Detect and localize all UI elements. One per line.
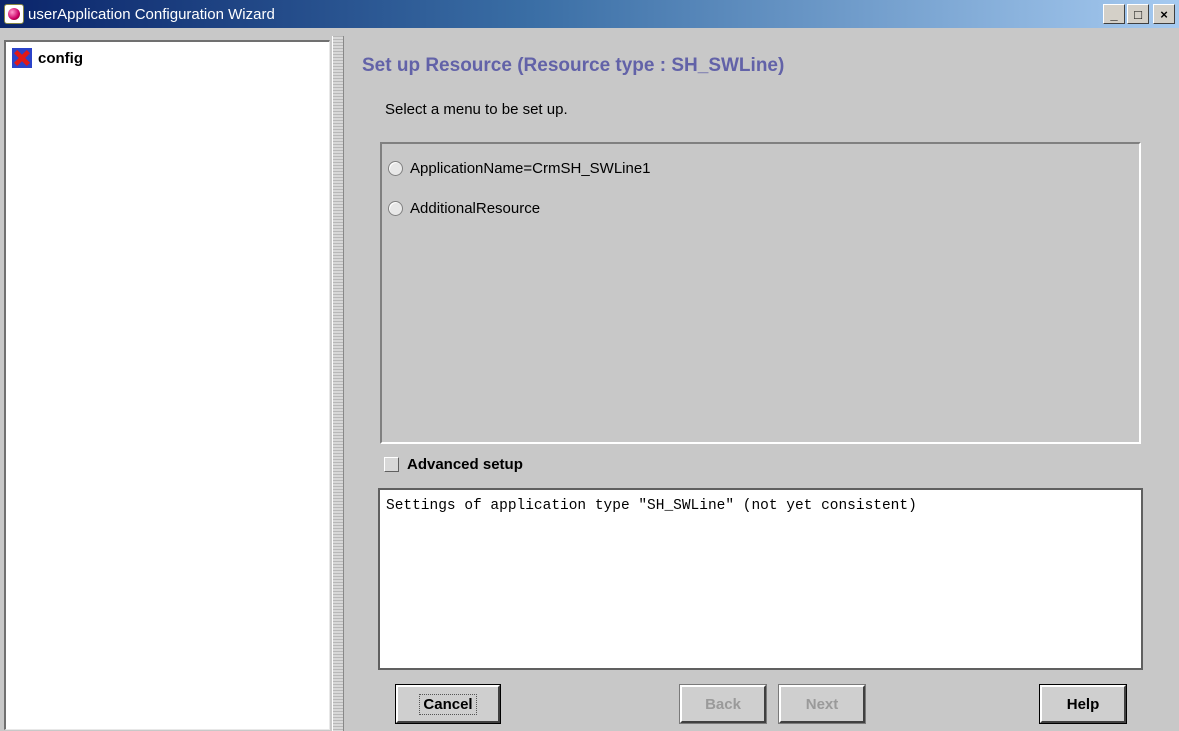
window-controls: _ □ ×	[1103, 4, 1175, 24]
tree-item-label: config	[38, 49, 83, 67]
close-button[interactable]: ×	[1153, 4, 1175, 24]
radio-button[interactable]	[388, 161, 403, 176]
instruction-text: Select a menu to be set up.	[385, 101, 568, 118]
window-title: userApplication Configuration Wizard	[28, 5, 275, 23]
menu-item-application-name[interactable]: ApplicationName=CrmSH_SWLine1	[388, 160, 651, 177]
tree-item-config[interactable]: config	[12, 48, 83, 68]
radio-button[interactable]	[388, 201, 403, 216]
window-title-bar[interactable]: userApplication Configuration Wizard _ □…	[0, 0, 1179, 28]
back-button-label: Back	[705, 695, 741, 713]
config-node-icon	[12, 48, 32, 68]
pane-splitter[interactable]	[332, 36, 344, 731]
back-button[interactable]: Back	[679, 684, 767, 724]
settings-status-area[interactable]: Settings of application type "SH_SWLine"…	[378, 488, 1143, 670]
advanced-setup-checkbox[interactable]	[384, 457, 399, 472]
menu-list: ApplicationName=CrmSH_SWLine1 Additional…	[380, 142, 1141, 444]
app-icon	[4, 4, 24, 24]
minimize-button[interactable]: _	[1103, 4, 1125, 24]
next-button[interactable]: Next	[778, 684, 866, 724]
menu-item-additional-resource[interactable]: AdditionalResource	[388, 200, 540, 217]
help-button-label: Help	[1066, 695, 1100, 713]
advanced-setup-option[interactable]: Advanced setup	[384, 456, 523, 473]
next-button-label: Next	[805, 695, 839, 713]
menu-item-label: AdditionalResource	[410, 200, 541, 217]
cancel-button-label: Cancel	[419, 693, 477, 715]
menu-item-label: ApplicationName=CrmSH_SWLine1	[410, 160, 651, 177]
cancel-button[interactable]: Cancel	[395, 684, 501, 724]
advanced-setup-label: Advanced setup	[407, 456, 523, 473]
configuration-tree[interactable]: config	[4, 40, 330, 730]
help-button[interactable]: Help	[1039, 684, 1127, 724]
maximize-button[interactable]: □	[1127, 4, 1149, 24]
page-title: Set up Resource (Resource type : SH_SWLi…	[362, 55, 785, 76]
settings-status-text: Settings of application type "SH_SWLine"…	[386, 498, 917, 514]
